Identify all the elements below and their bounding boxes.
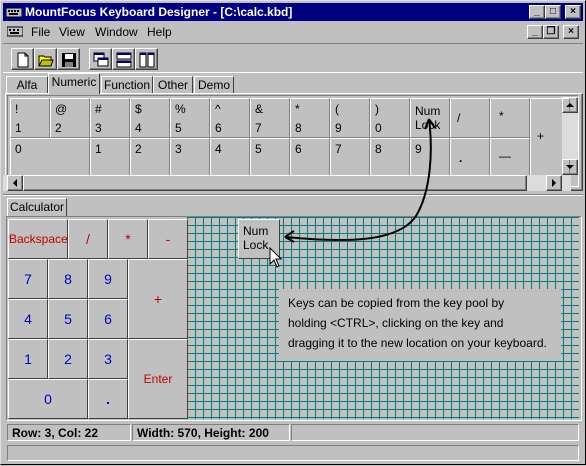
status-size: Width: 570, Height: 200	[132, 424, 290, 441]
instruction-note: Keys can be copied from the key pool by …	[279, 289, 561, 361]
instruction-line: holding <CTRL>, clicking on the key and	[288, 316, 504, 330]
status-panel	[7, 445, 579, 461]
tab-numeric[interactable]: Numeric	[48, 73, 100, 94]
mouse-pointer-icon	[269, 247, 283, 268]
app-status-bar	[3, 443, 583, 463]
instruction-line: dragging it to the new location on your …	[288, 336, 547, 350]
instruction-line: Keys can be copied from the key pool by	[288, 296, 505, 310]
drag-arrow-icon	[284, 118, 436, 243]
status-empty	[291, 424, 579, 441]
app-window: MountFocus Keyboard Designer - [C:\calc.…	[0, 0, 586, 465]
tab-calculator[interactable]: Calculator	[7, 198, 67, 216]
status-position: Row: 3, Col: 22	[7, 424, 131, 441]
status-bar: Row: 3, Col: 22 Width: 570, Height: 200	[3, 422, 583, 442]
